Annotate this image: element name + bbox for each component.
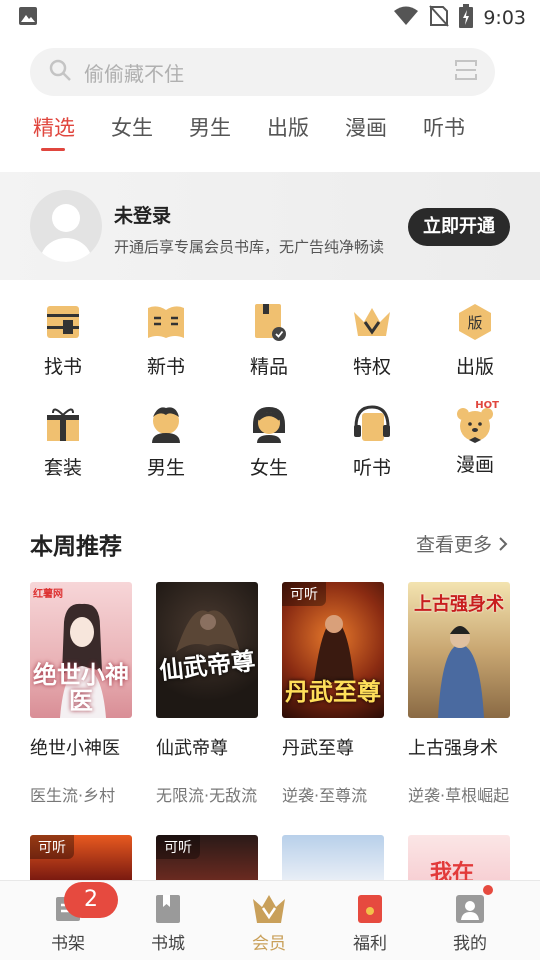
book-cover[interactable]: 可听 — [156, 835, 258, 880]
tab-male[interactable]: 男生 — [189, 112, 231, 142]
avatar[interactable] — [30, 190, 102, 262]
book-tags: 无限流·无敌流 — [156, 786, 258, 805]
nav-vip[interactable]: 会员 — [229, 893, 309, 954]
crown-icon — [354, 308, 390, 336]
open-membership-button[interactable]: 立即开通 — [408, 208, 510, 246]
category-tabs: 精选 女生 男生 出版 漫画 听书 — [0, 112, 540, 160]
headphones-icon — [354, 405, 390, 441]
book-cover[interactable]: 可听 — [30, 835, 132, 880]
book-cover[interactable]: 我在 — [408, 835, 510, 880]
member-description: 开通后享专属会员书库，无广告纯净畅读 — [114, 238, 385, 256]
book-cover[interactable] — [282, 835, 384, 880]
bookshelf-update-badge: 2 — [64, 882, 118, 918]
category-girl[interactable]: 女生 — [224, 403, 314, 480]
audio-available-badge: 可听 — [156, 835, 200, 859]
vip-icon — [253, 895, 285, 923]
book-tags: 医生流·乡村 — [30, 786, 116, 805]
tab-female[interactable]: 女生 — [111, 112, 153, 142]
scan-icon[interactable] — [455, 60, 477, 84]
book-tags: 逆袭·草根崛起 — [408, 786, 510, 805]
chevron-right-icon — [499, 536, 508, 551]
category-privilege[interactable]: 特权 — [327, 302, 417, 379]
find-book-icon — [47, 306, 79, 338]
bear-icon: HOT — [457, 400, 499, 443]
section-title-weekly: 本周推荐 — [30, 534, 122, 560]
tab-comics[interactable]: 漫画 — [345, 112, 387, 142]
audio-available-badge: 可听 — [30, 835, 74, 859]
hot-badge: HOT — [475, 400, 499, 411]
no-signal-icon — [429, 5, 450, 31]
battery-charging-icon — [459, 4, 474, 32]
boy-icon — [152, 407, 180, 443]
audio-available-badge: 可听 — [282, 582, 326, 606]
nav-rewards[interactable]: 福利 — [330, 893, 410, 954]
wifi-icon — [393, 6, 419, 30]
book-card[interactable]: 仙武帝尊 仙武帝尊 无限流·无敌流 — [156, 582, 258, 806]
profile-notification-dot — [483, 885, 493, 895]
book-title: 丹武至尊 — [282, 738, 354, 759]
category-premium[interactable]: 精品 — [224, 302, 314, 379]
nav-bookstore[interactable]: 书城 — [128, 893, 208, 954]
tab-publish[interactable]: 出版 — [267, 112, 309, 142]
book-title: 绝世小神医 — [30, 738, 120, 759]
tab-featured[interactable]: 精选 — [33, 112, 75, 142]
svg-text:版: 版 — [467, 314, 482, 332]
book-title: 上古强身术 — [408, 738, 498, 759]
nav-profile[interactable]: 我的 — [430, 893, 510, 954]
profile-icon — [456, 895, 484, 923]
girl-icon — [253, 407, 285, 443]
category-new-book[interactable]: 新书 — [121, 302, 211, 379]
image-notification-icon — [18, 6, 38, 30]
new-book-icon — [148, 306, 184, 338]
category-boy[interactable]: 男生 — [121, 403, 211, 480]
search-icon — [48, 58, 72, 86]
search-placeholder: 偷偷藏不住 — [84, 61, 184, 86]
book-title: 仙武帝尊 — [156, 738, 228, 759]
book-tags: 逆袭·至尊流 — [282, 786, 368, 805]
book-cover: 可听 丹武至尊 — [282, 582, 384, 718]
category-comics[interactable]: HOT 漫画 — [430, 400, 520, 477]
book-cover: 红薯网 绝世小神医 — [30, 582, 132, 718]
view-more-link[interactable]: 查看更多 — [416, 530, 508, 557]
status-bar: 9:03 — [0, 0, 540, 36]
category-audio[interactable]: 听书 — [327, 403, 417, 480]
publish-icon: 版 — [459, 304, 491, 340]
book-card[interactable]: 上古强身术 上古强身术 逆袭·草根崛起 — [408, 582, 510, 806]
category-find-book[interactable]: 找书 — [18, 302, 108, 379]
active-tab-indicator — [41, 148, 65, 151]
book-cover: 仙武帝尊 — [156, 582, 258, 718]
status-time: 9:03 — [483, 7, 526, 29]
book-card[interactable]: 红薯网 绝世小神医 绝世小神医 医生流·乡村 — [30, 582, 132, 806]
member-banner: 未登录 开通后享专属会员书库，无广告纯净畅读 立即开通 — [0, 172, 540, 280]
category-bundle[interactable]: 套装 — [18, 403, 108, 480]
premium-icon — [255, 304, 286, 341]
red-packet-icon — [358, 895, 382, 923]
gift-icon — [47, 408, 79, 441]
login-status: 未登录 — [114, 205, 172, 227]
book-card[interactable]: 可听 丹武至尊 丹武至尊 逆袭·至尊流 — [282, 582, 384, 806]
tab-audio[interactable]: 听书 — [423, 112, 465, 142]
bookstore-icon — [156, 895, 180, 923]
search-input[interactable]: 偷偷藏不住 — [30, 48, 495, 96]
book-cover: 上古强身术 — [408, 582, 510, 718]
category-publish[interactable]: 版 出版 — [430, 302, 520, 379]
